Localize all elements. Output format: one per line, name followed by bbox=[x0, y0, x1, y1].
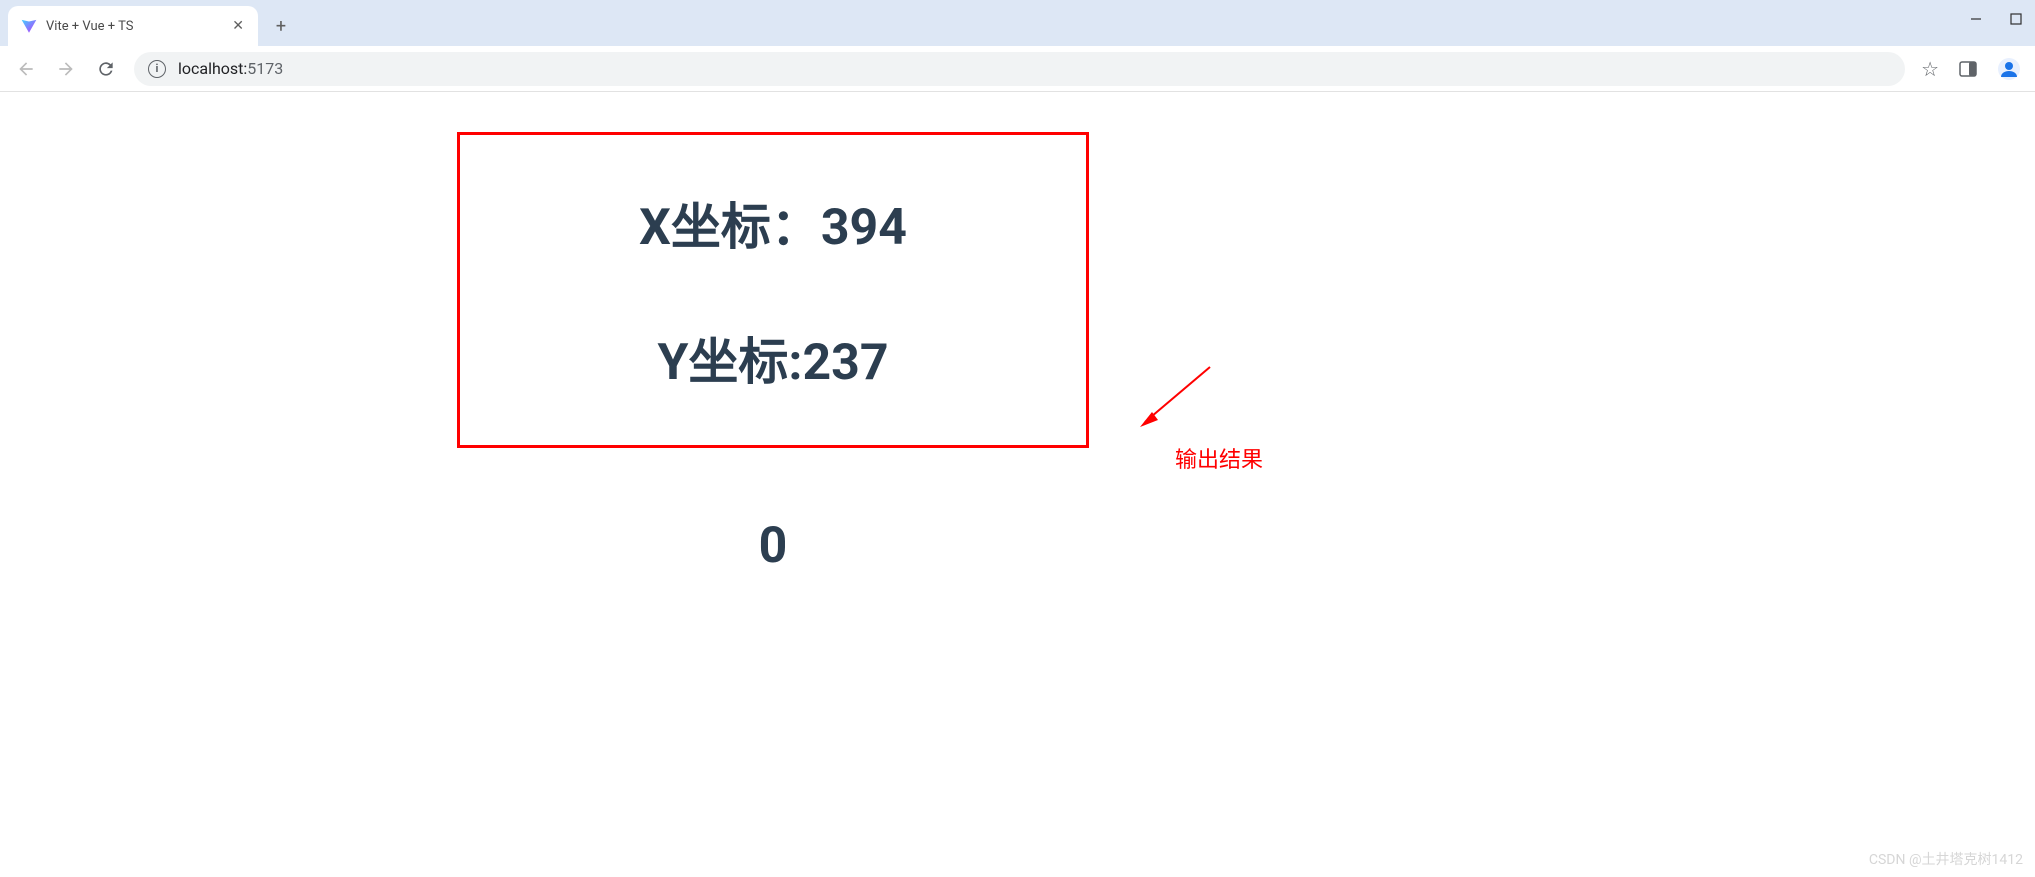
coordinate-box: X坐标：394 Y坐标:237 bbox=[457, 132, 1089, 448]
arrow-icon bbox=[1130, 362, 1220, 442]
page-content: X坐标：394 Y坐标:237 0 输出结果 CSDN @土井塔克树1412 bbox=[0, 92, 2035, 877]
side-panel-icon[interactable] bbox=[1959, 60, 1977, 78]
tab-title: Vite + Vue + TS bbox=[46, 19, 222, 34]
x-coordinate-heading: X坐标：394 bbox=[639, 187, 907, 259]
forward-button[interactable] bbox=[54, 57, 78, 81]
zero-heading: 0 bbox=[457, 517, 1089, 575]
x-value: 394 bbox=[821, 199, 907, 257]
back-button[interactable] bbox=[14, 57, 38, 81]
profile-icon[interactable] bbox=[1997, 57, 2021, 81]
tab-bar: Vite + Vue + TS ✕ + bbox=[0, 0, 2035, 46]
vite-icon bbox=[20, 17, 38, 35]
browser-chrome: Vite + Vue + TS ✕ + i localhost:5173 ☆ bbox=[0, 0, 2035, 92]
url-text: localhost:5173 bbox=[178, 59, 283, 78]
close-icon[interactable]: ✕ bbox=[230, 16, 246, 36]
address-bar[interactable]: i localhost:5173 bbox=[134, 52, 1905, 86]
reload-button[interactable] bbox=[94, 57, 118, 81]
new-tab-button[interactable]: + bbox=[266, 11, 296, 41]
y-value: 237 bbox=[802, 334, 888, 392]
url-port: 5173 bbox=[247, 59, 283, 78]
toolbar-right: ☆ bbox=[1921, 57, 2021, 81]
y-coordinate-heading: Y坐标:237 bbox=[657, 322, 888, 394]
y-label: Y坐标: bbox=[657, 334, 802, 392]
site-info-icon[interactable]: i bbox=[148, 60, 166, 78]
x-label: X坐标： bbox=[639, 199, 821, 257]
bookmark-icon[interactable]: ☆ bbox=[1921, 57, 1939, 81]
minimize-icon[interactable] bbox=[1967, 10, 1985, 28]
browser-tab[interactable]: Vite + Vue + TS ✕ bbox=[8, 6, 258, 46]
watermark: CSDN @土井塔克树1412 bbox=[1869, 849, 2023, 869]
url-domain: localhost: bbox=[178, 59, 247, 78]
address-bar-row: i localhost:5173 ☆ bbox=[0, 46, 2035, 92]
annotation-label: 输出结果 bbox=[1175, 442, 1263, 474]
maximize-icon[interactable] bbox=[2007, 10, 2025, 28]
window-controls bbox=[1967, 10, 2025, 28]
